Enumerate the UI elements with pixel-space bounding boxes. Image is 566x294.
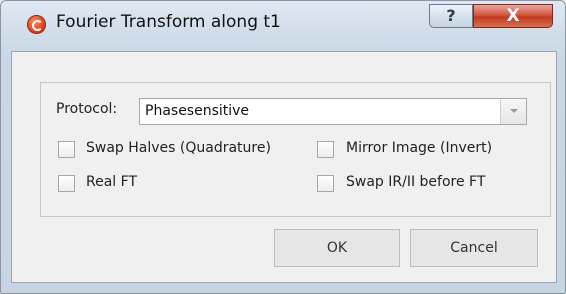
protocol-selected-value: Phasesensitive (145, 103, 250, 119)
app-icon (27, 15, 46, 34)
dialog-body: Protocol: Phasesensitive Swap Halves (Qu… (11, 51, 557, 283)
dialog-window: Fourier Transform along t1 ? X Protocol:… (0, 0, 566, 294)
swap-halves-checkbox[interactable] (58, 141, 75, 158)
swap-ir-ii-label: Swap IR/II before FT (346, 174, 486, 190)
real-ft-label: Real FT (86, 174, 137, 190)
swap-halves-label: Swap Halves (Quadrature) (86, 140, 271, 156)
mirror-image-checkbox[interactable] (317, 141, 334, 158)
window-title: Fourier Transform along t1 (56, 12, 281, 32)
chevron-down-icon (510, 109, 518, 113)
protocol-select[interactable]: Phasesensitive (139, 98, 527, 125)
swap-ir-ii-checkbox[interactable] (317, 175, 334, 192)
ok-button[interactable]: OK (274, 229, 400, 267)
cancel-button[interactable]: Cancel (410, 229, 538, 267)
options-group: Protocol: Phasesensitive Swap Halves (Qu… (40, 82, 551, 217)
close-button[interactable]: X (473, 4, 553, 28)
mirror-image-label: Mirror Image (Invert) (346, 140, 493, 156)
protocol-label: Protocol: (56, 101, 118, 117)
dropdown-arrow-button[interactable] (500, 99, 526, 124)
real-ft-checkbox[interactable] (58, 175, 75, 192)
title-bar[interactable]: Fourier Transform along t1 ? X (1, 1, 565, 41)
help-button[interactable]: ? (429, 4, 473, 28)
